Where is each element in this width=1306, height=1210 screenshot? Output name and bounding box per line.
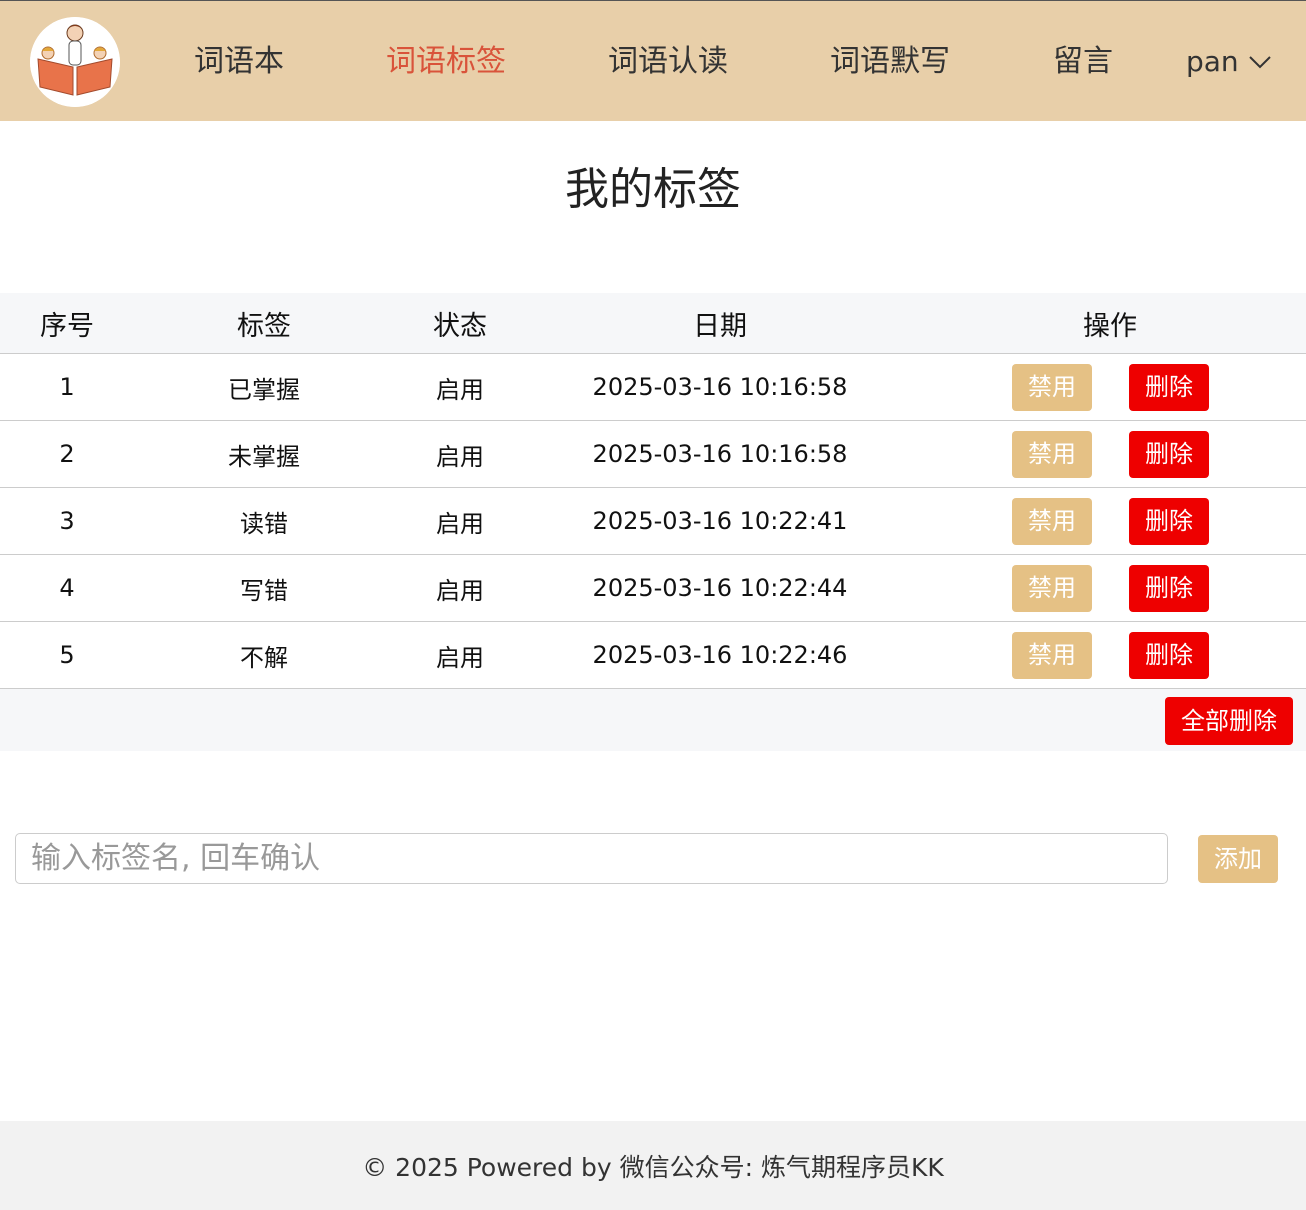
row-index: 4 [59,574,75,602]
disable-button[interactable]: 禁用 [1012,364,1092,411]
row-status: 启用 [436,643,484,672]
row-date: 2025-03-16 10:22:46 [592,641,848,669]
row-index: 1 [59,373,75,401]
disable-button[interactable]: 禁用 [1012,498,1092,545]
row-tag: 读错 [240,509,288,538]
table-row: 3 读错 启用 2025-03-16 10:22:41 禁用 删除 [0,488,1306,555]
footer: © 2025 Powered by 微信公众号: 炼气期程序员KK [0,1121,1306,1210]
column-header-actions: 操作 [1083,310,1137,342]
row-status: 启用 [436,576,484,605]
nav-item-word-dictation[interactable]: 词语默写 [830,41,950,83]
table-row: 2 未掌握 启用 2025-03-16 10:16:58 禁用 删除 [0,421,1306,488]
disable-button[interactable]: 禁用 [1012,431,1092,478]
username: pan [1186,45,1239,78]
footer-text: © 2025 Powered by 微信公众号: 炼气期程序员KK [362,1152,944,1182]
column-header-tag: 标签 [237,310,291,342]
table-header: 序号 标签 状态 日期 操作 [0,293,1306,354]
row-date: 2025-03-16 10:16:58 [592,373,848,401]
row-tag: 已掌握 [228,375,300,404]
row-status: 启用 [436,375,484,404]
table-row: 5 不解 启用 2025-03-16 10:22:46 禁用 删除 [0,622,1306,689]
row-date: 2025-03-16 10:22:44 [592,574,848,602]
delete-button[interactable]: 删除 [1129,565,1209,612]
row-status: 启用 [436,442,484,471]
column-header-date: 日期 [693,310,747,342]
disable-button[interactable]: 禁用 [1012,565,1092,612]
row-tag: 不解 [240,643,288,672]
delete-button[interactable]: 删除 [1129,431,1209,478]
delete-button[interactable]: 删除 [1129,364,1209,411]
row-tag: 写错 [240,576,288,605]
row-tag: 未掌握 [228,442,300,471]
table-row: 4 写错 启用 2025-03-16 10:22:44 禁用 删除 [0,555,1306,622]
add-tag-button[interactable]: 添加 [1198,835,1278,883]
delete-all-button[interactable]: 全部删除 [1165,697,1293,745]
delete-button[interactable]: 删除 [1129,632,1209,679]
table-footer: 全部删除 [0,689,1306,751]
row-date: 2025-03-16 10:16:58 [592,440,848,468]
page: 词语本 词语标签 词语认读 词语默写 留言 pan 我的标签 序号 标签 状态 … [0,0,1306,1210]
disable-button[interactable]: 禁用 [1012,632,1092,679]
column-header-status: 状态 [433,310,487,342]
nav-item-messages[interactable]: 留言 [1053,41,1113,83]
page-title: 我的标签 [565,164,741,215]
nav-item-wordbook[interactable]: 词语本 [194,41,284,83]
delete-button[interactable]: 删除 [1129,498,1209,545]
nav-item-word-tags[interactable]: 词语标签 [386,41,506,83]
user-menu[interactable]: pan [1186,41,1271,83]
logo-illustration-icon [30,17,120,107]
row-index: 5 [59,641,75,669]
logo[interactable] [30,17,120,107]
row-index: 2 [59,440,75,468]
top-nav-bar: 词语本 词语标签 词语认读 词语默写 留言 pan [0,0,1306,121]
table-row: 1 已掌握 启用 2025-03-16 10:16:58 禁用 删除 [0,354,1306,421]
tags-table: 序号 标签 状态 日期 操作 1 已掌握 启用 2025-03-16 10:16… [0,293,1306,751]
row-status: 启用 [436,509,484,538]
nav-item-word-reading[interactable]: 词语认读 [608,41,728,83]
chevron-down-icon [1248,56,1271,69]
tag-name-input[interactable] [15,833,1168,884]
row-date: 2025-03-16 10:22:41 [592,507,848,535]
column-header-index: 序号 [40,310,94,342]
row-index: 3 [59,507,75,535]
